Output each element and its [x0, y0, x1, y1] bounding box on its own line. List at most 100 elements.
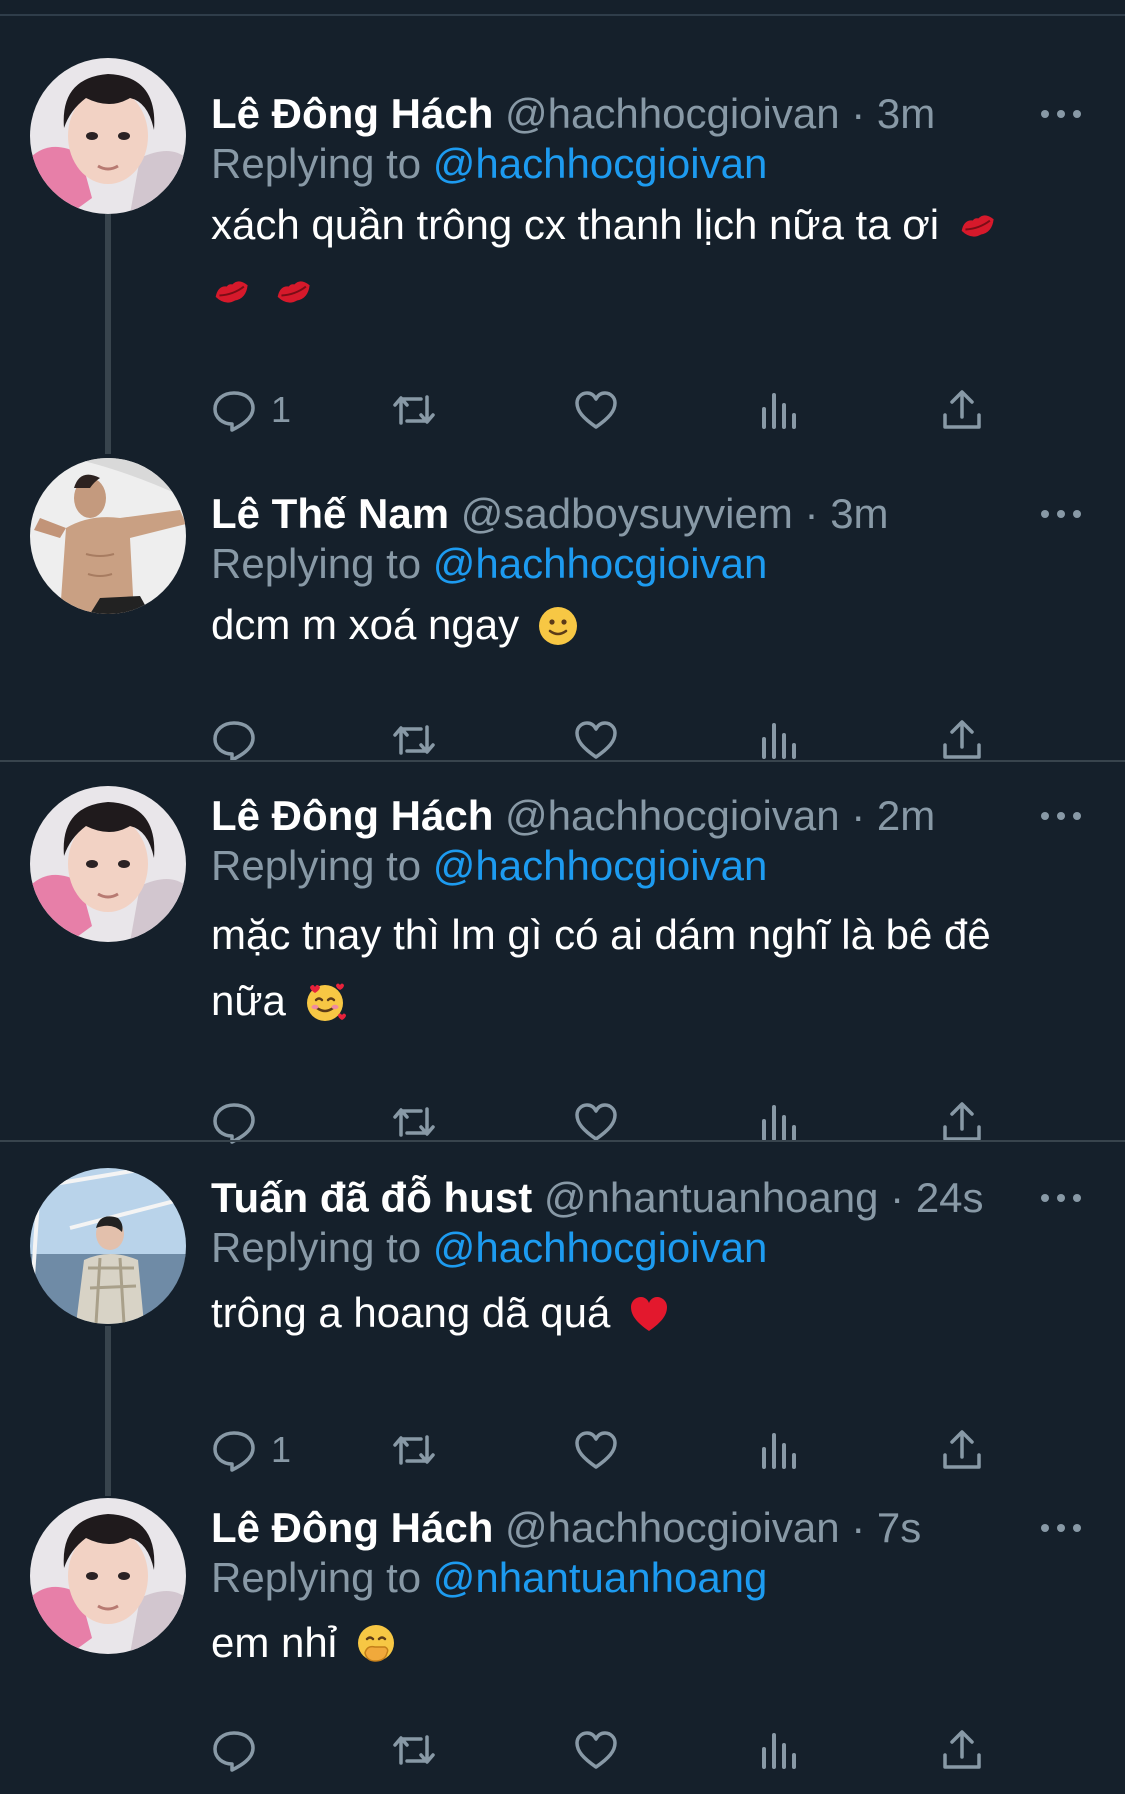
display-name[interactable]: Lê Thế Nam: [211, 490, 449, 537]
user-handle[interactable]: @hachhocgioivan: [505, 90, 840, 137]
share-button[interactable]: [939, 1720, 985, 1780]
share-button[interactable]: [939, 1420, 985, 1480]
analytics-button[interactable]: [756, 1420, 802, 1480]
retweet-button[interactable]: [391, 1420, 437, 1480]
display-name[interactable]: Lê Đông Hách: [211, 90, 493, 137]
replying-to-mention[interactable]: @nhantuanhoang: [433, 1554, 768, 1601]
replying-to: Replying to @hachhocgioivan: [211, 838, 767, 894]
analytics-icon: [762, 723, 796, 759]
tweet[interactable]: Lê Đông Hách @hachhocgioivan · 2m Replyi…: [0, 786, 1125, 1144]
tweet[interactable]: Lê Đông Hách @hachhocgioivan · 7s Replyi…: [0, 1498, 1125, 1794]
tweet-divider: [0, 760, 1125, 762]
avatar-pink-hoodie-image: [30, 58, 186, 214]
user-handle[interactable]: @hachhocgioivan: [505, 1504, 840, 1551]
avatar[interactable]: [30, 1498, 186, 1654]
display-name[interactable]: Lê Đông Hách: [211, 792, 493, 839]
more-options-icon[interactable]: [1041, 1498, 1081, 1558]
display-name[interactable]: Tuấn đã đỗ hust: [211, 1174, 532, 1221]
tweet-divider: [0, 1140, 1125, 1142]
analytics-icon: [762, 1733, 796, 1769]
timestamp[interactable]: 24s: [916, 1174, 984, 1221]
retweet-icon: [393, 1735, 435, 1765]
timestamp[interactable]: 2m: [877, 792, 935, 839]
reply-count: 1: [271, 389, 292, 430]
replying-to-mention[interactable]: @hachhocgioivan: [433, 842, 768, 889]
smiling-face-with-hearts-emoji: [304, 981, 346, 1023]
share-icon: [943, 1430, 981, 1469]
tweet-header: Lê Thế Nam @sadboysuyviem · 3m: [211, 484, 889, 544]
retweet-button[interactable]: [391, 1092, 437, 1152]
tweet-text: em nhỉ: [211, 1610, 1041, 1676]
replying-to: Replying to @hachhocgioivan: [211, 136, 767, 192]
retweet-icon: [393, 395, 435, 425]
replying-to-mention[interactable]: @hachhocgioivan: [433, 1224, 768, 1271]
tweet-header: Lê Đông Hách @hachhocgioivan · 2m: [211, 786, 935, 846]
reply-button[interactable]: 1: [211, 1420, 291, 1480]
more-options-icon[interactable]: [1041, 786, 1081, 846]
user-handle[interactable]: @nhantuanhoang: [544, 1174, 879, 1221]
tweet[interactable]: Tuấn đã đỗ hust @nhantuanhoang · 24s Rep…: [0, 1168, 1125, 1478]
reply-button[interactable]: [211, 1092, 271, 1152]
retweet-icon: [393, 1107, 435, 1137]
tweet-header: Tuấn đã đỗ hust @nhantuanhoang · 24s: [211, 1168, 984, 1228]
like-button[interactable]: [573, 1092, 619, 1152]
like-icon: [575, 1103, 617, 1141]
display-name[interactable]: Lê Đông Hách: [211, 1504, 493, 1551]
analytics-button[interactable]: [756, 380, 802, 440]
reply-button[interactable]: 1: [211, 380, 291, 440]
red-heart-emoji: [628, 1293, 670, 1335]
timestamp[interactable]: 3m: [877, 90, 935, 137]
share-icon: [943, 1730, 981, 1769]
share-icon: [943, 720, 981, 759]
tweet-actions: 1: [211, 1420, 1011, 1480]
tweet[interactable]: Lê Đông Hách @hachhocgioivan · 3m Replyi…: [0, 58, 1125, 432]
timestamp[interactable]: 7s: [877, 1504, 921, 1551]
replying-to-mention[interactable]: @hachhocgioivan: [433, 140, 768, 187]
retweet-icon: [393, 725, 435, 755]
tweet-header: Lê Đông Hách @hachhocgioivan · 3m: [211, 84, 935, 144]
user-handle[interactable]: @hachhocgioivan: [505, 792, 840, 839]
analytics-icon: [762, 1433, 796, 1469]
more-options-icon[interactable]: [1041, 1168, 1081, 1228]
replying-to-mention[interactable]: @hachhocgioivan: [433, 540, 768, 587]
replying-to-label: Replying to: [211, 140, 422, 187]
retweet-button[interactable]: [391, 380, 437, 440]
tweet-actions: [211, 1092, 1011, 1152]
like-button[interactable]: [573, 380, 619, 440]
retweet-button[interactable]: [391, 1720, 437, 1780]
tweet[interactable]: Lê Thế Nam @sadboysuyviem · 3m Replying …: [0, 458, 1125, 762]
more-options-icon[interactable]: [1041, 84, 1081, 144]
share-icon: [943, 390, 981, 429]
analytics-button[interactable]: [756, 1092, 802, 1152]
reply-button[interactable]: [211, 1720, 271, 1780]
kiss-mark-emoji: [273, 271, 315, 313]
share-button[interactable]: [939, 1092, 985, 1152]
share-icon: [943, 1102, 981, 1141]
replying-to-label: Replying to: [211, 540, 422, 587]
avatar[interactable]: [30, 786, 186, 942]
replying-to: Replying to @nhantuanhoang: [211, 1550, 767, 1606]
tweet-text-line-2: nữa: [211, 977, 286, 1024]
avatar[interactable]: [30, 458, 186, 614]
tweet-actions: 1: [211, 380, 1011, 440]
avatar[interactable]: [30, 1168, 186, 1324]
replying-to: Replying to @hachhocgioivan: [211, 1220, 767, 1276]
kiss-mark-emoji: [211, 271, 253, 313]
analytics-button[interactable]: [756, 1720, 802, 1780]
reply-icon: [213, 391, 255, 432]
tweet-text-content: em nhỉ: [211, 1619, 338, 1666]
user-handle[interactable]: @sadboysuyviem: [461, 490, 793, 537]
reply-icon: [213, 1431, 255, 1472]
share-button[interactable]: [939, 380, 985, 440]
top-divider: [0, 14, 1125, 16]
kiss-mark-emoji: [957, 205, 999, 247]
like-icon: [575, 721, 617, 759]
separator-dot: ·: [851, 792, 866, 839]
more-options-icon[interactable]: [1041, 484, 1081, 544]
timestamp[interactable]: 3m: [830, 490, 888, 537]
like-button[interactable]: [573, 1420, 619, 1480]
like-button[interactable]: [573, 1720, 619, 1780]
avatar-pink-hoodie-image: [30, 786, 186, 942]
avatar[interactable]: [30, 58, 186, 214]
face-with-hand-over-mouth-emoji: [355, 1623, 397, 1665]
